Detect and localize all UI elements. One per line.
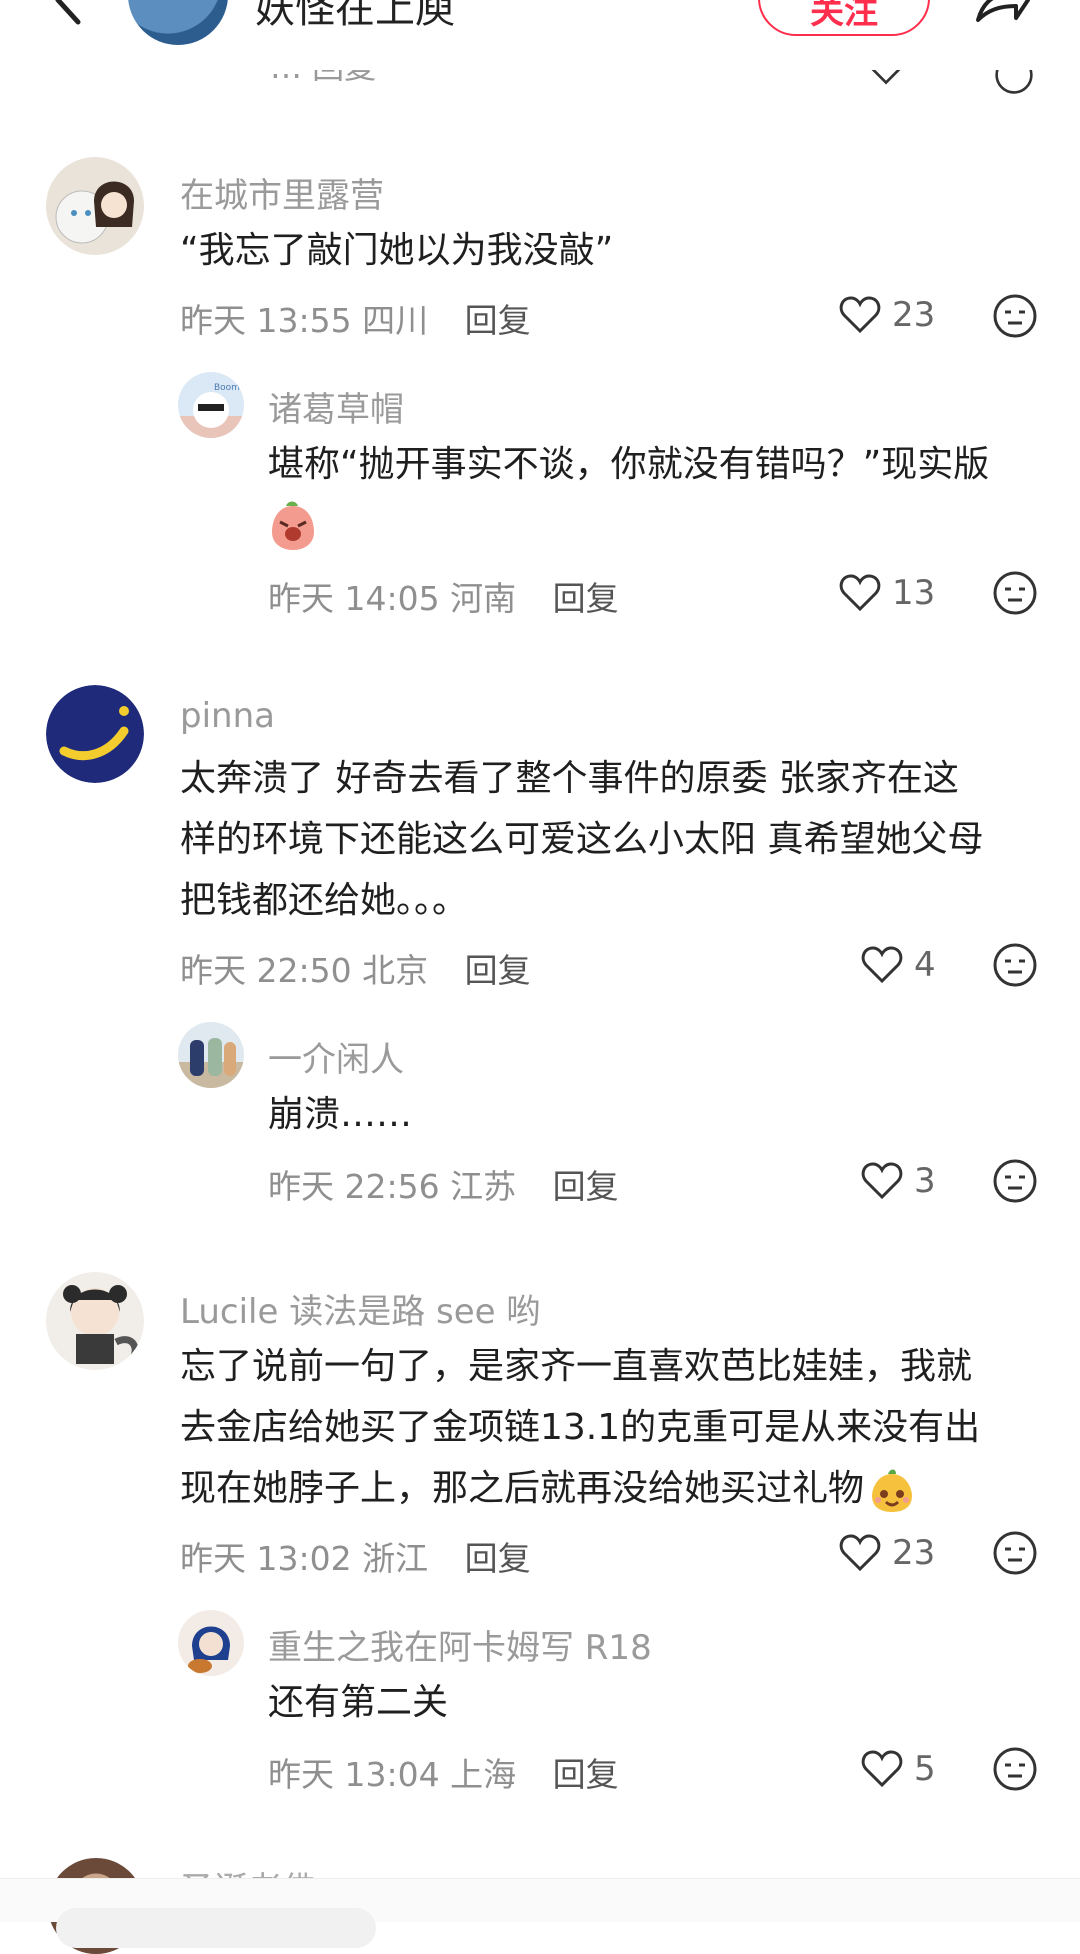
share-icon[interactable] <box>970 0 1030 30</box>
heart-icon <box>839 296 881 334</box>
emoji-reaction-icon[interactable] <box>992 570 1038 616</box>
author-avatar[interactable] <box>128 0 228 45</box>
like-count: 4 <box>914 945 936 985</box>
comment-time: 昨天 13:02 <box>180 1539 352 1578</box>
reply-button[interactable]: 回复 <box>553 1755 619 1794</box>
reply-time: 昨天 14:05 <box>268 579 440 618</box>
reply-commenter-name[interactable]: 诸葛草帽 <box>268 382 404 431</box>
like-button[interactable]: 23 <box>838 290 935 340</box>
comment-text: “我忘了敲门她以为我没敲” <box>180 230 614 271</box>
comment-time: 昨天 13:55 <box>180 301 352 340</box>
svg-text:Boom: Boom <box>214 383 240 393</box>
emoji-reaction-icon[interactable] <box>992 1746 1038 1792</box>
emoji-reaction-icon[interactable] <box>992 942 1038 988</box>
top-bar: 妖怪在上庾 关注 <box>0 0 1080 70</box>
like-count: 5 <box>914 1749 936 1789</box>
heart-icon <box>861 1162 903 1200</box>
comment-location: 浙江 <box>362 1539 429 1578</box>
like-button[interactable]: 4 <box>860 940 936 990</box>
commenter-avatar[interactable] <box>46 157 144 255</box>
reply-avatar[interactable]: Boom <box>178 372 244 438</box>
comment-location: 四川 <box>362 301 429 340</box>
reply-commenter-name[interactable]: 一介闲人 <box>268 1032 404 1081</box>
back-arrow-icon[interactable] <box>40 0 100 30</box>
smiling-fruit-sticker <box>868 1466 916 1514</box>
reply-button[interactable]: 回复 <box>553 1167 619 1206</box>
follow-button[interactable]: 关注 <box>758 0 930 36</box>
like-button[interactable]: 5 <box>860 1744 936 1794</box>
reply-button[interactable]: 回复 <box>465 301 531 340</box>
reply-location: 河南 <box>450 579 517 618</box>
comment-meta: 昨天 13:02 浙江 回复 <box>180 1532 531 1580</box>
reply-commenter-name[interactable]: 重生之我在阿卡姆写 R18 <box>268 1620 652 1669</box>
comment-meta: 昨天 22:50 北京 回复 <box>180 944 531 992</box>
like-count: 23 <box>892 295 936 335</box>
like-button[interactable]: 3 <box>860 1156 936 1206</box>
reply-time: 昨天 22:56 <box>268 1167 440 1206</box>
emoji-reaction-icon[interactable] <box>992 293 1038 339</box>
like-button[interactable]: 13 <box>838 568 935 618</box>
heart-icon <box>839 574 881 612</box>
reply-avatar[interactable] <box>178 1610 244 1676</box>
reply-button[interactable]: 回复 <box>465 951 531 990</box>
reply-text: 崩溃…… <box>268 1094 413 1135</box>
comment-input[interactable] <box>56 1908 376 1948</box>
comment-time: 昨天 22:50 <box>180 951 352 990</box>
reply-time: 昨天 13:04 <box>268 1755 440 1794</box>
emoji-reaction-icon[interactable] <box>992 1158 1038 1204</box>
reply-button[interactable]: 回复 <box>553 579 619 618</box>
commenter-avatar[interactable] <box>46 685 144 783</box>
reply-location: 江苏 <box>450 1167 517 1206</box>
heart-icon <box>839 1534 881 1572</box>
author-name[interactable]: 妖怪在上庾 <box>255 0 455 34</box>
commenter-name[interactable]: Lucile 读法是路 see 哟 <box>180 1284 540 1333</box>
commenter-name[interactable]: 在城市里露营 <box>180 168 384 217</box>
reply-text: 堪称“抛开事实不谈，你就没有错吗？”现实版 <box>268 444 990 485</box>
like-count: 3 <box>914 1161 936 1201</box>
reply-button[interactable]: 回复 <box>465 1539 531 1578</box>
reply-meta: 昨天 14:05 河南 回复 <box>268 572 619 620</box>
reply-meta: 昨天 22:56 江苏 回复 <box>268 1160 619 1208</box>
reply-location: 上海 <box>450 1755 517 1794</box>
like-count: 23 <box>892 1533 936 1573</box>
reply-avatar[interactable] <box>178 1022 244 1088</box>
like-count: 13 <box>892 573 936 613</box>
comment-location: 北京 <box>362 951 429 990</box>
reply-text: 还有第二关 <box>268 1682 449 1723</box>
comment-meta: 昨天 13:55 四川 回复 <box>180 294 531 342</box>
like-button[interactable]: 23 <box>838 1528 935 1578</box>
heart-icon <box>861 1750 903 1788</box>
heart-icon <box>861 946 903 984</box>
reply-meta: 昨天 13:04 上海 回复 <box>268 1748 619 1796</box>
commenter-avatar[interactable] <box>46 1272 144 1370</box>
emoji-reaction-icon[interactable] <box>992 1530 1038 1576</box>
comment-text: 忘了说前一句了，是家齐一直喜欢芭比娃娃，我就 去金店给她买了金项链13.1的克重… <box>180 1336 980 1519</box>
comment-text: 太奔溃了 好奇去看了整个事件的原委 张家齐在这 样的环境下还能这么可爱这么小太阳… <box>180 758 984 921</box>
crying-peach-sticker <box>268 500 318 552</box>
commenter-name[interactable]: pinna <box>180 696 275 736</box>
